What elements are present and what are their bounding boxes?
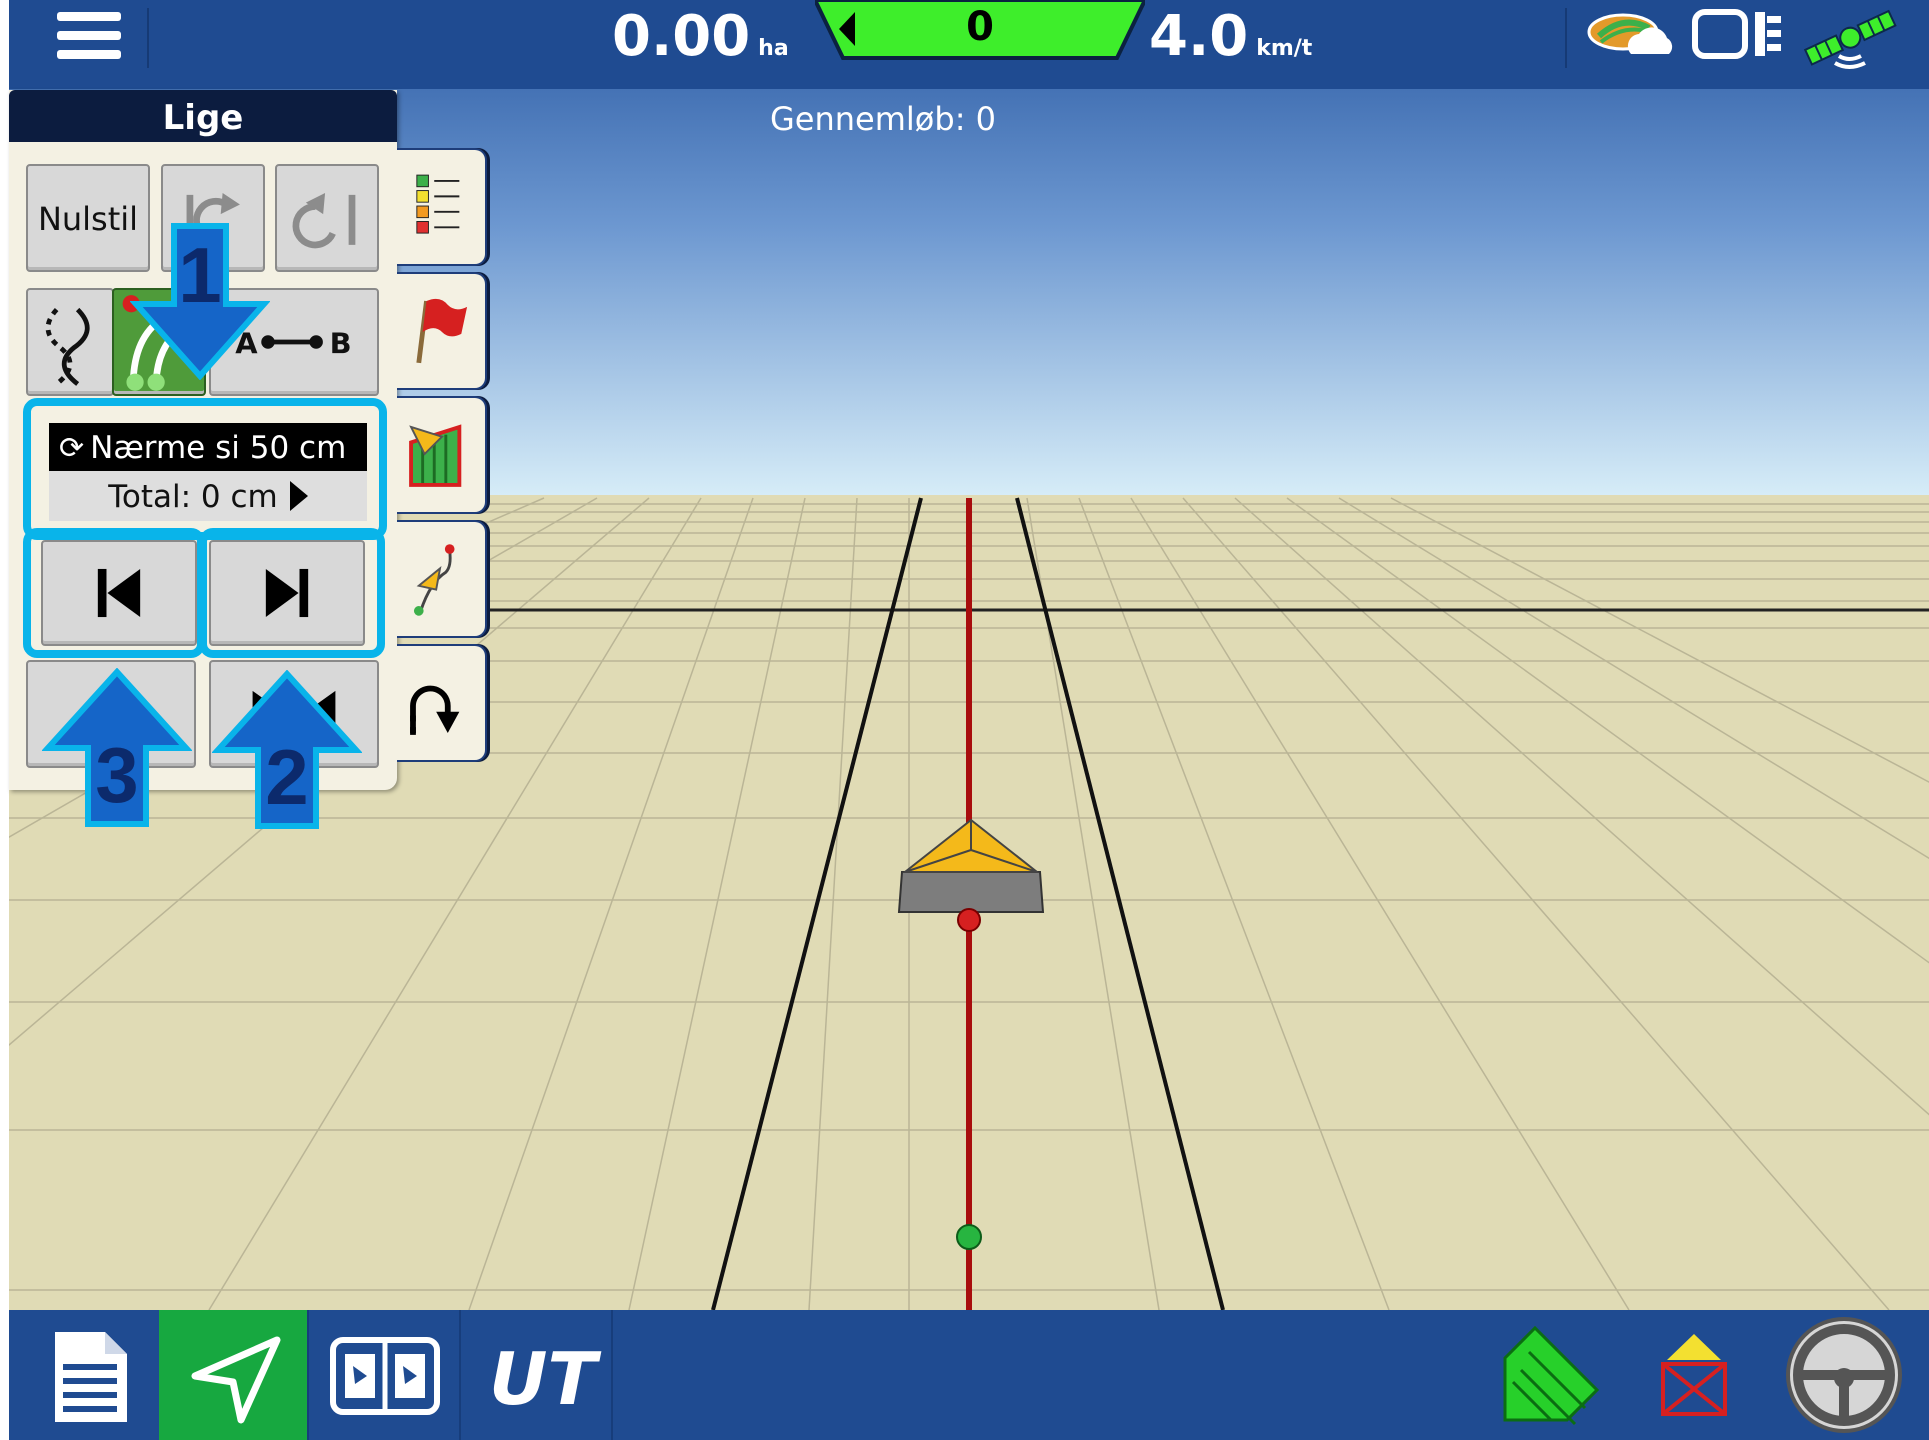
field-coverage-icon <box>1503 1325 1600 1426</box>
divider <box>147 8 149 68</box>
divider <box>1565 8 1567 68</box>
guidance-button[interactable] <box>159 1310 307 1440</box>
pass-counter: Gennemløb: 0 <box>770 100 996 138</box>
task-button[interactable] <box>17 1310 165 1440</box>
hamburger-icon-line <box>57 50 121 59</box>
guidance-screen: Gennemløb: 0 0.00 ha 0 4.0 km/t Lige Nul… <box>0 0 1929 1440</box>
offline-value: 0 <box>966 4 994 50</box>
area-unit: ha <box>758 36 789 61</box>
area-value: 0.00 <box>612 4 751 69</box>
menu-button[interactable] <box>37 8 137 68</box>
steering-wheel-icon <box>1786 1317 1902 1433</box>
speed-value: 4.0 <box>1149 4 1249 69</box>
map-button[interactable] <box>311 1310 459 1440</box>
annotation-number-1: 1 <box>178 231 222 319</box>
curve-pattern-icon <box>45 307 90 386</box>
tab-field-boundary[interactable] <box>397 396 487 514</box>
highlight-left <box>23 528 205 658</box>
annotation-number-2: 2 <box>265 733 309 821</box>
navigation-arrow-icon <box>191 1336 281 1424</box>
hamburger-icon-line <box>57 31 121 40</box>
rotate-right-button[interactable] <box>275 164 379 272</box>
implement-status-icon <box>1661 1334 1727 1416</box>
tab-guidance-lines[interactable] <box>397 520 487 638</box>
curve-pattern-button[interactable] <box>26 288 114 396</box>
u-turn-icon <box>410 685 460 735</box>
annotation-number-3: 3 <box>95 731 139 819</box>
divider <box>459 1310 461 1440</box>
tab-flag[interactable] <box>397 272 487 390</box>
annotation-arrow-2: 2 <box>212 670 362 830</box>
tab-legend[interactable] <box>397 148 487 266</box>
highlight-shift <box>23 398 387 540</box>
steering-button[interactable] <box>1779 1310 1909 1440</box>
speed-unit: km/t <box>1256 36 1313 61</box>
hamburger-icon <box>57 12 121 21</box>
universal-terminal-icon: UT <box>489 1337 601 1421</box>
top-status-bar: 0.00 ha 0 4.0 km/t <box>9 0 1929 89</box>
implement-button[interactable] <box>1639 1310 1749 1440</box>
divider <box>307 1310 309 1440</box>
flag-icon <box>416 298 468 364</box>
coverage-button[interactable] <box>1491 1310 1611 1440</box>
tab-u-turn[interactable] <box>397 644 487 762</box>
ut-button[interactable]: UT <box>463 1310 611 1440</box>
offline-indicator[interactable]: 0 <box>812 0 1148 60</box>
document-icon <box>55 1332 127 1422</box>
svg-text:B: B <box>330 327 352 361</box>
divider <box>611 1310 613 1440</box>
satellite-icon[interactable] <box>1801 0 1897 70</box>
panel-title: Lige <box>9 90 397 142</box>
point-marker <box>956 1224 982 1250</box>
highlight-right <box>199 528 385 658</box>
area-readout[interactable]: 0.00 ha <box>612 4 789 69</box>
speed-readout[interactable]: 4.0 km/t <box>1149 4 1312 69</box>
bottom-nav-bar: UT <box>9 1310 1929 1440</box>
display-split-icon[interactable] <box>1689 6 1785 62</box>
annotation-arrow-1: 1 <box>130 222 270 380</box>
weather-cloud-icon[interactable] <box>1585 6 1679 62</box>
annotation-arrow-3: 3 <box>42 668 192 828</box>
rotate-right-icon <box>292 193 356 249</box>
guidance-line-icon <box>413 544 455 616</box>
map-split-icon <box>330 1337 440 1415</box>
legend-icon <box>416 174 460 234</box>
field-boundary-icon <box>409 424 462 487</box>
svg-text:UT: UT <box>489 1337 601 1421</box>
